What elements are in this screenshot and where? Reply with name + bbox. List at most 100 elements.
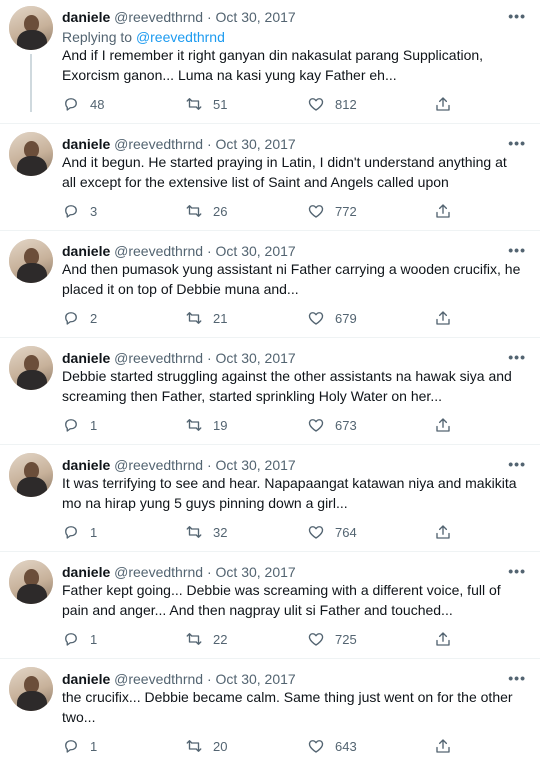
reply-icon	[65, 205, 77, 218]
share-button[interactable]	[434, 522, 462, 542]
avatar[interactable]	[9, 132, 53, 176]
retweet-button[interactable]: 20	[185, 736, 227, 756]
separator: ·	[206, 457, 212, 473]
reply-button[interactable]: 1	[62, 522, 97, 542]
more-options-icon[interactable]: •••	[508, 670, 526, 686]
tweet-date[interactable]: Oct 30, 2017	[216, 457, 296, 473]
share-button[interactable]	[434, 308, 462, 328]
heart-icon	[308, 312, 324, 325]
more-options-icon[interactable]: •••	[508, 456, 526, 472]
retweet-button[interactable]: 51	[185, 94, 227, 114]
share-button[interactable]	[434, 629, 462, 649]
tweet-date[interactable]: Oct 30, 2017	[216, 350, 296, 366]
like-count: 643	[335, 738, 357, 754]
author-name[interactable]: daniele	[62, 457, 110, 473]
reply-button[interactable]: 1	[62, 736, 97, 756]
retweet-button[interactable]: 32	[185, 522, 227, 542]
author-handle[interactable]: @reevedthrnd	[114, 671, 203, 687]
author-handle[interactable]: @reevedthrnd	[114, 564, 203, 580]
like-button[interactable]: 772	[307, 201, 357, 221]
more-options-icon[interactable]: •••	[508, 8, 526, 24]
like-button[interactable]: 812	[307, 94, 357, 114]
avatar[interactable]	[9, 346, 53, 390]
retweet-icon	[186, 205, 202, 217]
heart-icon	[308, 740, 324, 753]
share-button[interactable]	[434, 736, 462, 756]
author-handle[interactable]: @reevedthrnd	[114, 9, 203, 25]
author-name[interactable]: daniele	[62, 671, 110, 687]
more-options-icon[interactable]: •••	[508, 349, 526, 365]
author-handle[interactable]: @reevedthrnd	[114, 350, 203, 366]
reply-count: 2	[90, 310, 98, 326]
tweet-text: the crucifix... Debbie became calm. Same…	[62, 689, 513, 725]
author-handle[interactable]: @reevedthrnd	[114, 457, 203, 473]
tweet[interactable]: daniele @reevedthrnd · Oct 30, 2017 ••• …	[0, 445, 540, 551]
author-handle[interactable]: @reevedthrnd	[114, 136, 203, 152]
more-options-icon[interactable]: •••	[508, 242, 526, 258]
separator: ·	[206, 671, 212, 687]
heart-icon	[308, 526, 324, 539]
tweet-actions: 1 32 764	[62, 522, 462, 542]
retweet-button[interactable]: 21	[185, 308, 227, 328]
tweet[interactable]: daniele @reevedthrnd · Oct 30, 2017 ••• …	[0, 338, 540, 444]
share-button[interactable]	[434, 94, 462, 114]
like-button[interactable]: 673	[307, 415, 357, 435]
tweet-header: daniele @reevedthrnd · Oct 30, 2017	[62, 670, 296, 688]
like-count: 679	[335, 310, 357, 326]
share-icon	[436, 418, 450, 432]
tweet-text: And it begun. He started praying in Lati…	[62, 154, 507, 190]
tweet-date[interactable]: Oct 30, 2017	[216, 671, 296, 687]
tweet[interactable]: daniele @reevedthrnd · Oct 30, 2017 ••• …	[0, 552, 540, 658]
tweet-date[interactable]: Oct 30, 2017	[216, 136, 296, 152]
tweet[interactable]: daniele @reevedthrnd · Oct 30, 2017 ••• …	[0, 231, 540, 337]
avatar[interactable]	[9, 453, 53, 497]
separator: ·	[206, 243, 212, 259]
author-name[interactable]: daniele	[62, 9, 110, 25]
tweet[interactable]: daniele @reevedthrnd · Oct 30, 2017 ••• …	[0, 124, 540, 230]
more-options-icon[interactable]: •••	[508, 563, 526, 579]
author-name[interactable]: daniele	[62, 564, 110, 580]
reply-button[interactable]: 48	[62, 94, 104, 114]
avatar[interactable]	[9, 560, 53, 604]
replying-to-handle[interactable]: @reevedthrnd	[136, 29, 225, 45]
heart-icon	[308, 633, 324, 646]
avatar[interactable]	[9, 667, 53, 711]
like-button[interactable]: 764	[307, 522, 357, 542]
author-name[interactable]: daniele	[62, 350, 110, 366]
heart-icon	[308, 419, 324, 432]
share-button[interactable]	[434, 201, 462, 221]
like-button[interactable]: 679	[307, 308, 357, 328]
tweet-header: daniele @reevedthrnd · Oct 30, 2017	[62, 563, 296, 581]
reply-icon	[65, 740, 77, 753]
like-button[interactable]: 725	[307, 629, 357, 649]
tweet[interactable]: daniele @reevedthrnd · Oct 30, 2017 ••• …	[0, 659, 540, 768]
author-name[interactable]: daniele	[62, 136, 110, 152]
share-icon	[436, 311, 450, 325]
tweet-date[interactable]: Oct 30, 2017	[216, 564, 296, 580]
avatar[interactable]	[9, 239, 53, 283]
tweet[interactable]: daniele @reevedthrnd · Oct 30, 2017 ••• …	[0, 0, 540, 122]
tweet-header: daniele @reevedthrnd · Oct 30, 2017	[62, 8, 296, 26]
tweet-date[interactable]: Oct 30, 2017	[216, 9, 296, 25]
share-icon	[436, 739, 450, 753]
author-name[interactable]: daniele	[62, 243, 110, 259]
tweet-text: And if I remember it right ganyan din na…	[62, 47, 484, 83]
share-button[interactable]	[434, 415, 462, 435]
more-options-icon[interactable]: •••	[508, 135, 526, 151]
reply-button[interactable]: 1	[62, 415, 97, 435]
reply-button[interactable]: 2	[62, 308, 97, 328]
retweet-button[interactable]: 26	[185, 201, 227, 221]
heart-icon	[308, 205, 324, 218]
retweet-button[interactable]: 22	[185, 629, 227, 649]
author-handle[interactable]: @reevedthrnd	[114, 243, 203, 259]
avatar[interactable]	[9, 6, 53, 50]
reply-button[interactable]: 1	[62, 629, 97, 649]
like-button[interactable]: 643	[307, 736, 357, 756]
reply-icon	[65, 312, 77, 325]
tweet-actions: 2 21 679	[62, 308, 462, 328]
reply-button[interactable]: 3	[62, 201, 97, 221]
tweet-actions: 1 20 643	[62, 736, 462, 756]
retweet-button[interactable]: 19	[185, 415, 227, 435]
tweet-date[interactable]: Oct 30, 2017	[216, 243, 296, 259]
share-icon	[436, 525, 450, 539]
